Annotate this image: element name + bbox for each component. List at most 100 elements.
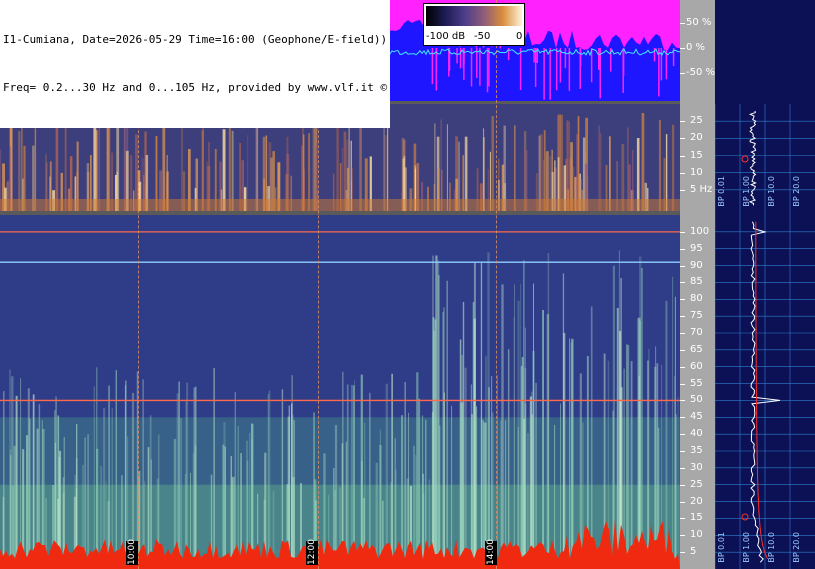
hf-streak (354, 379, 355, 569)
hf-tick-label: 75 (690, 310, 703, 322)
lf-tick-label: 10 (690, 166, 703, 178)
hf-streak (665, 300, 668, 569)
hf-tick-label: 35 (690, 445, 703, 456)
tick-mark (680, 23, 685, 24)
tick-mark (680, 383, 685, 385)
hf-tick-label: 15 (690, 512, 703, 524)
waveform-tick-label: 50 % (686, 17, 712, 28)
hf-streak (222, 444, 225, 569)
tick-mark (680, 552, 685, 554)
tick-mark (680, 121, 685, 123)
hf-streak (9, 369, 11, 569)
hf-streak (342, 371, 344, 569)
hf-streak (655, 346, 657, 569)
hf-streak (443, 392, 445, 569)
tick-mark (680, 400, 685, 402)
tick-mark (680, 349, 685, 351)
lf-burst (116, 114, 120, 211)
hf-tick-label: 70 (690, 327, 703, 338)
time-label: 10:00 (126, 539, 138, 565)
hf-streak (192, 452, 195, 569)
tick-mark (680, 248, 685, 250)
bp-label: BP 0.01 (717, 176, 726, 207)
hf-streak (674, 375, 676, 569)
hf-tick-label: 45 (690, 411, 703, 423)
tick-mark (680, 484, 685, 486)
hf-streak (87, 434, 90, 569)
hf-streak (501, 284, 504, 569)
time-label: 14:00 (485, 539, 497, 565)
lf-burst (123, 118, 126, 211)
spectrum-profile-plot (714, 104, 815, 569)
lf-burst (162, 114, 166, 211)
hf-tick-label: 90 (690, 259, 703, 271)
tick-mark (680, 48, 685, 49)
hf-fit-curve (755, 221, 769, 560)
hf-streak (464, 367, 467, 569)
hf-streak (485, 355, 487, 569)
hf-tick-label: 20 (690, 495, 703, 507)
hf-tick-label: 10 (690, 529, 703, 541)
lf-tick-label: 25 (690, 115, 703, 127)
hf-streak (476, 406, 478, 569)
hf-tick-label: 65 (690, 343, 703, 355)
hf-streak (422, 473, 424, 569)
hf-streak (369, 392, 371, 569)
lf-tick-label: 15 (690, 149, 703, 161)
lf-burst (98, 118, 101, 211)
lf-baseline-band (0, 199, 680, 211)
colorbar-gradient (426, 6, 522, 26)
hf-streak (180, 418, 182, 569)
tick-mark (680, 299, 685, 301)
hf-tick-label: 50 (690, 394, 703, 406)
lf-burst (566, 120, 569, 211)
hf-streak (267, 394, 269, 569)
hf-streak (524, 327, 526, 569)
hf-streak (93, 386, 95, 569)
hf-streak (527, 433, 529, 569)
hf-streak (554, 424, 556, 569)
hf-streak (513, 317, 515, 569)
tick-mark (680, 451, 685, 452)
spectrum-side-panel (714, 0, 815, 569)
lf-burst (543, 130, 546, 211)
hf-streak (292, 414, 294, 569)
bp-label: BP 10.0 (767, 532, 776, 563)
hf-streak (618, 250, 620, 569)
tick-mark (680, 417, 685, 419)
hf-streak (500, 420, 502, 569)
lf-burst (359, 116, 362, 211)
hf-streak (435, 255, 438, 569)
hf-streak (461, 402, 464, 569)
tick-mark (680, 138, 685, 140)
marker-circle (741, 155, 749, 163)
hf-streak (535, 382, 537, 569)
hf-streak (288, 405, 290, 569)
hf-streak (471, 414, 473, 569)
lf-burst (64, 119, 67, 211)
colorbar-label-min: -100 dB (426, 31, 466, 42)
title-box: I1-Cumiana, Date=2026-05-29 Time=16:00 (… (0, 0, 391, 128)
tick-mark (680, 518, 685, 520)
waveform-tick-label: 0 % (686, 42, 706, 53)
hf-streak (532, 350, 535, 569)
hf-streak (379, 429, 381, 569)
tick-mark (680, 535, 685, 537)
hf-streak (350, 384, 354, 569)
bp-label: BP 0.01 (717, 532, 726, 563)
hf-streak (194, 386, 197, 569)
lf-burst (231, 130, 234, 211)
lf-burst (202, 127, 204, 211)
hf-streak (439, 425, 441, 569)
hf-streak (26, 435, 29, 569)
hf-streak (15, 395, 18, 569)
hf-streak (672, 276, 674, 569)
colorbar-legend: -100 dB -50 0 (423, 3, 525, 46)
lf-burst (627, 127, 629, 211)
hf-tick-label: 100 (690, 225, 710, 237)
hf-tick-label: 5 (690, 546, 697, 558)
hf-streak (626, 344, 628, 569)
hf-streak (29, 418, 31, 569)
lf-burst (434, 123, 436, 211)
colorbar-label-mid: -50 (474, 31, 491, 42)
